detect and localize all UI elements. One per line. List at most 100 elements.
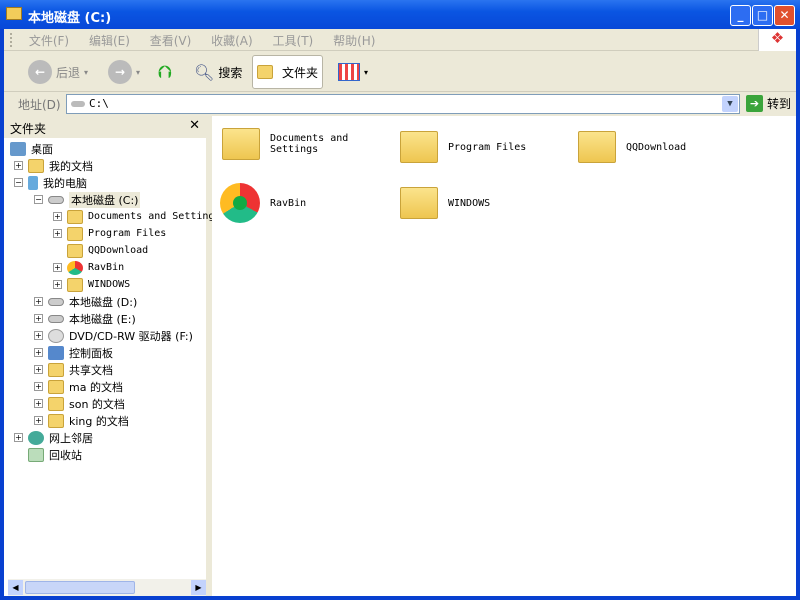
tree-drive-e[interactable]: + 本地磁盘 (E:) bbox=[34, 310, 136, 327]
address-value: C:\ bbox=[89, 97, 109, 110]
views-button[interactable]: ▾ bbox=[334, 55, 372, 89]
expand-icon[interactable]: + bbox=[34, 416, 43, 425]
folder-icon bbox=[400, 187, 438, 219]
control-panel-icon bbox=[48, 345, 64, 360]
search-button[interactable]: 🔍︎ 搜索 bbox=[190, 55, 246, 89]
forward-arrow-icon: → bbox=[108, 60, 132, 84]
tree-program-files[interactable]: + Program Files bbox=[53, 225, 166, 242]
network-icon bbox=[28, 430, 44, 445]
tree-qqdownload[interactable]: QQDownload bbox=[53, 242, 148, 259]
expand-icon[interactable]: + bbox=[14, 433, 23, 442]
tree-king-documents[interactable]: + king 的文档 bbox=[34, 412, 129, 429]
drive-icon bbox=[48, 314, 64, 323]
folder-icon bbox=[67, 277, 83, 292]
maximize-button[interactable]: □ bbox=[752, 5, 773, 26]
expand-icon[interactable]: + bbox=[14, 161, 23, 170]
drive-icon bbox=[48, 297, 64, 306]
tree-label: 控制面板 bbox=[69, 346, 113, 360]
tree-label: 共享文档 bbox=[69, 363, 113, 377]
tree-label: ma 的文档 bbox=[69, 380, 123, 394]
toolbar: ← 后退 ▾ → ▾ ⮉ 🔍︎ 搜索 文件夹 ▾ bbox=[4, 51, 796, 92]
tree-dvd-drive[interactable]: + DVD/CD-RW 驱动器 (F:) bbox=[34, 327, 193, 344]
item-program-files[interactable]: Program Files bbox=[400, 131, 570, 163]
item-label: Documents and Settings bbox=[270, 133, 349, 155]
scroll-thumb[interactable] bbox=[25, 581, 135, 594]
expand-icon[interactable]: + bbox=[34, 314, 43, 323]
tree-label: king 的文档 bbox=[69, 414, 129, 428]
up-folder-button[interactable]: ⮉ bbox=[154, 55, 176, 89]
tree-label: DVD/CD-RW 驱动器 (F:) bbox=[69, 329, 193, 343]
menu-view[interactable]: 查看(V) bbox=[142, 29, 200, 52]
horizontal-scrollbar[interactable]: ◀ ▶ bbox=[8, 579, 206, 596]
tree-label: RavBin bbox=[88, 262, 125, 273]
menu-tools[interactable]: 工具(T) bbox=[265, 29, 322, 52]
expand-icon[interactable]: + bbox=[53, 263, 62, 272]
tree-control-panel[interactable]: + 控制面板 bbox=[34, 344, 113, 361]
back-button[interactable]: ← 后退 ▾ bbox=[24, 55, 92, 89]
tree-desktop[interactable]: 桌面 bbox=[10, 140, 53, 157]
menu-edit[interactable]: 编辑(E) bbox=[81, 29, 138, 52]
menu-favorites[interactable]: 收藏(A) bbox=[203, 29, 261, 52]
menu-file[interactable]: 文件(F) bbox=[21, 29, 77, 52]
tree-ma-documents[interactable]: + ma 的文档 bbox=[34, 378, 123, 395]
tree-ravbin[interactable]: + RavBin bbox=[53, 259, 124, 276]
expand-icon[interactable]: + bbox=[34, 297, 43, 306]
minimize-button[interactable]: _ bbox=[730, 5, 751, 26]
item-label: RavBin bbox=[270, 197, 307, 209]
close-button[interactable]: ✕ bbox=[774, 5, 795, 26]
item-windows[interactable]: WINDOWS bbox=[400, 187, 570, 219]
close-pane-button[interactable]: ✕ bbox=[189, 118, 200, 133]
window-title: 本地磁盘 (C:) bbox=[28, 11, 112, 26]
address-label: 地址(D) bbox=[18, 98, 61, 112]
views-icon bbox=[338, 63, 360, 81]
expand-icon[interactable]: + bbox=[34, 348, 43, 357]
go-button[interactable]: ➔ 转到 bbox=[746, 95, 791, 112]
tree-drive-d[interactable]: + 本地磁盘 (D:) bbox=[34, 293, 137, 310]
folders-button[interactable]: 文件夹 bbox=[252, 55, 324, 89]
ravbin-icon bbox=[67, 260, 83, 275]
expand-icon[interactable]: + bbox=[34, 399, 43, 408]
tree-label: Program Files bbox=[88, 228, 167, 239]
tree-drive-c[interactable]: − 本地磁盘 (C:) bbox=[34, 191, 141, 208]
tree-network-places[interactable]: + 网上邻居 bbox=[14, 429, 93, 446]
expand-icon[interactable]: + bbox=[53, 212, 62, 221]
forward-button[interactable]: → ▾ bbox=[104, 55, 144, 89]
item-ravbin[interactable]: RavBin bbox=[220, 183, 390, 223]
search-label: 搜索 bbox=[218, 65, 243, 80]
tree-label: 本地磁盘 (D:) bbox=[69, 295, 138, 309]
expand-icon[interactable]: + bbox=[34, 331, 43, 340]
folder-icon bbox=[67, 243, 83, 258]
scroll-left-button[interactable]: ◀ bbox=[8, 580, 23, 595]
address-dropdown[interactable]: ▼ bbox=[722, 96, 738, 112]
item-documents-and-settings[interactable]: Documents and Settings bbox=[222, 128, 392, 160]
up-folder-icon: ⮉ bbox=[158, 61, 172, 83]
expand-icon[interactable]: + bbox=[34, 382, 43, 391]
documents-icon bbox=[28, 158, 44, 173]
tree-label: 回收站 bbox=[49, 448, 82, 462]
menu-help[interactable]: 帮助(H) bbox=[325, 29, 383, 52]
tree-son-documents[interactable]: + son 的文档 bbox=[34, 395, 125, 412]
folder-icon bbox=[48, 413, 64, 428]
tree-recycle-bin[interactable]: 回收站 bbox=[14, 446, 82, 463]
folder-icon bbox=[48, 379, 64, 394]
tree-my-computer[interactable]: − 我的电脑 bbox=[14, 174, 87, 191]
tree-documents-and-settings[interactable]: + Documents and Settings bbox=[53, 208, 220, 225]
folder-icon bbox=[48, 362, 64, 377]
tree-windows[interactable]: + WINDOWS bbox=[53, 276, 130, 293]
expand-icon[interactable]: + bbox=[53, 229, 62, 238]
tree-shared-documents[interactable]: + 共享文档 bbox=[34, 361, 113, 378]
collapse-icon[interactable]: − bbox=[14, 178, 23, 187]
tree-my-documents[interactable]: + 我的文档 bbox=[14, 157, 93, 174]
item-qqdownload[interactable]: QQDownload bbox=[578, 131, 748, 163]
address-input[interactable]: C:\ ▼ bbox=[66, 94, 740, 114]
folders-icon bbox=[257, 65, 273, 79]
item-label: QQDownload bbox=[626, 141, 687, 153]
expand-icon[interactable]: + bbox=[34, 365, 43, 374]
expand-icon[interactable]: + bbox=[53, 280, 62, 289]
tree-label: 本地磁盘 (C:) bbox=[69, 191, 141, 208]
folder-icon bbox=[222, 128, 260, 160]
item-label: WINDOWS bbox=[448, 197, 491, 209]
scroll-right-button[interactable]: ▶ bbox=[191, 580, 206, 595]
folder-icon bbox=[48, 396, 64, 411]
collapse-icon[interactable]: − bbox=[34, 195, 43, 204]
